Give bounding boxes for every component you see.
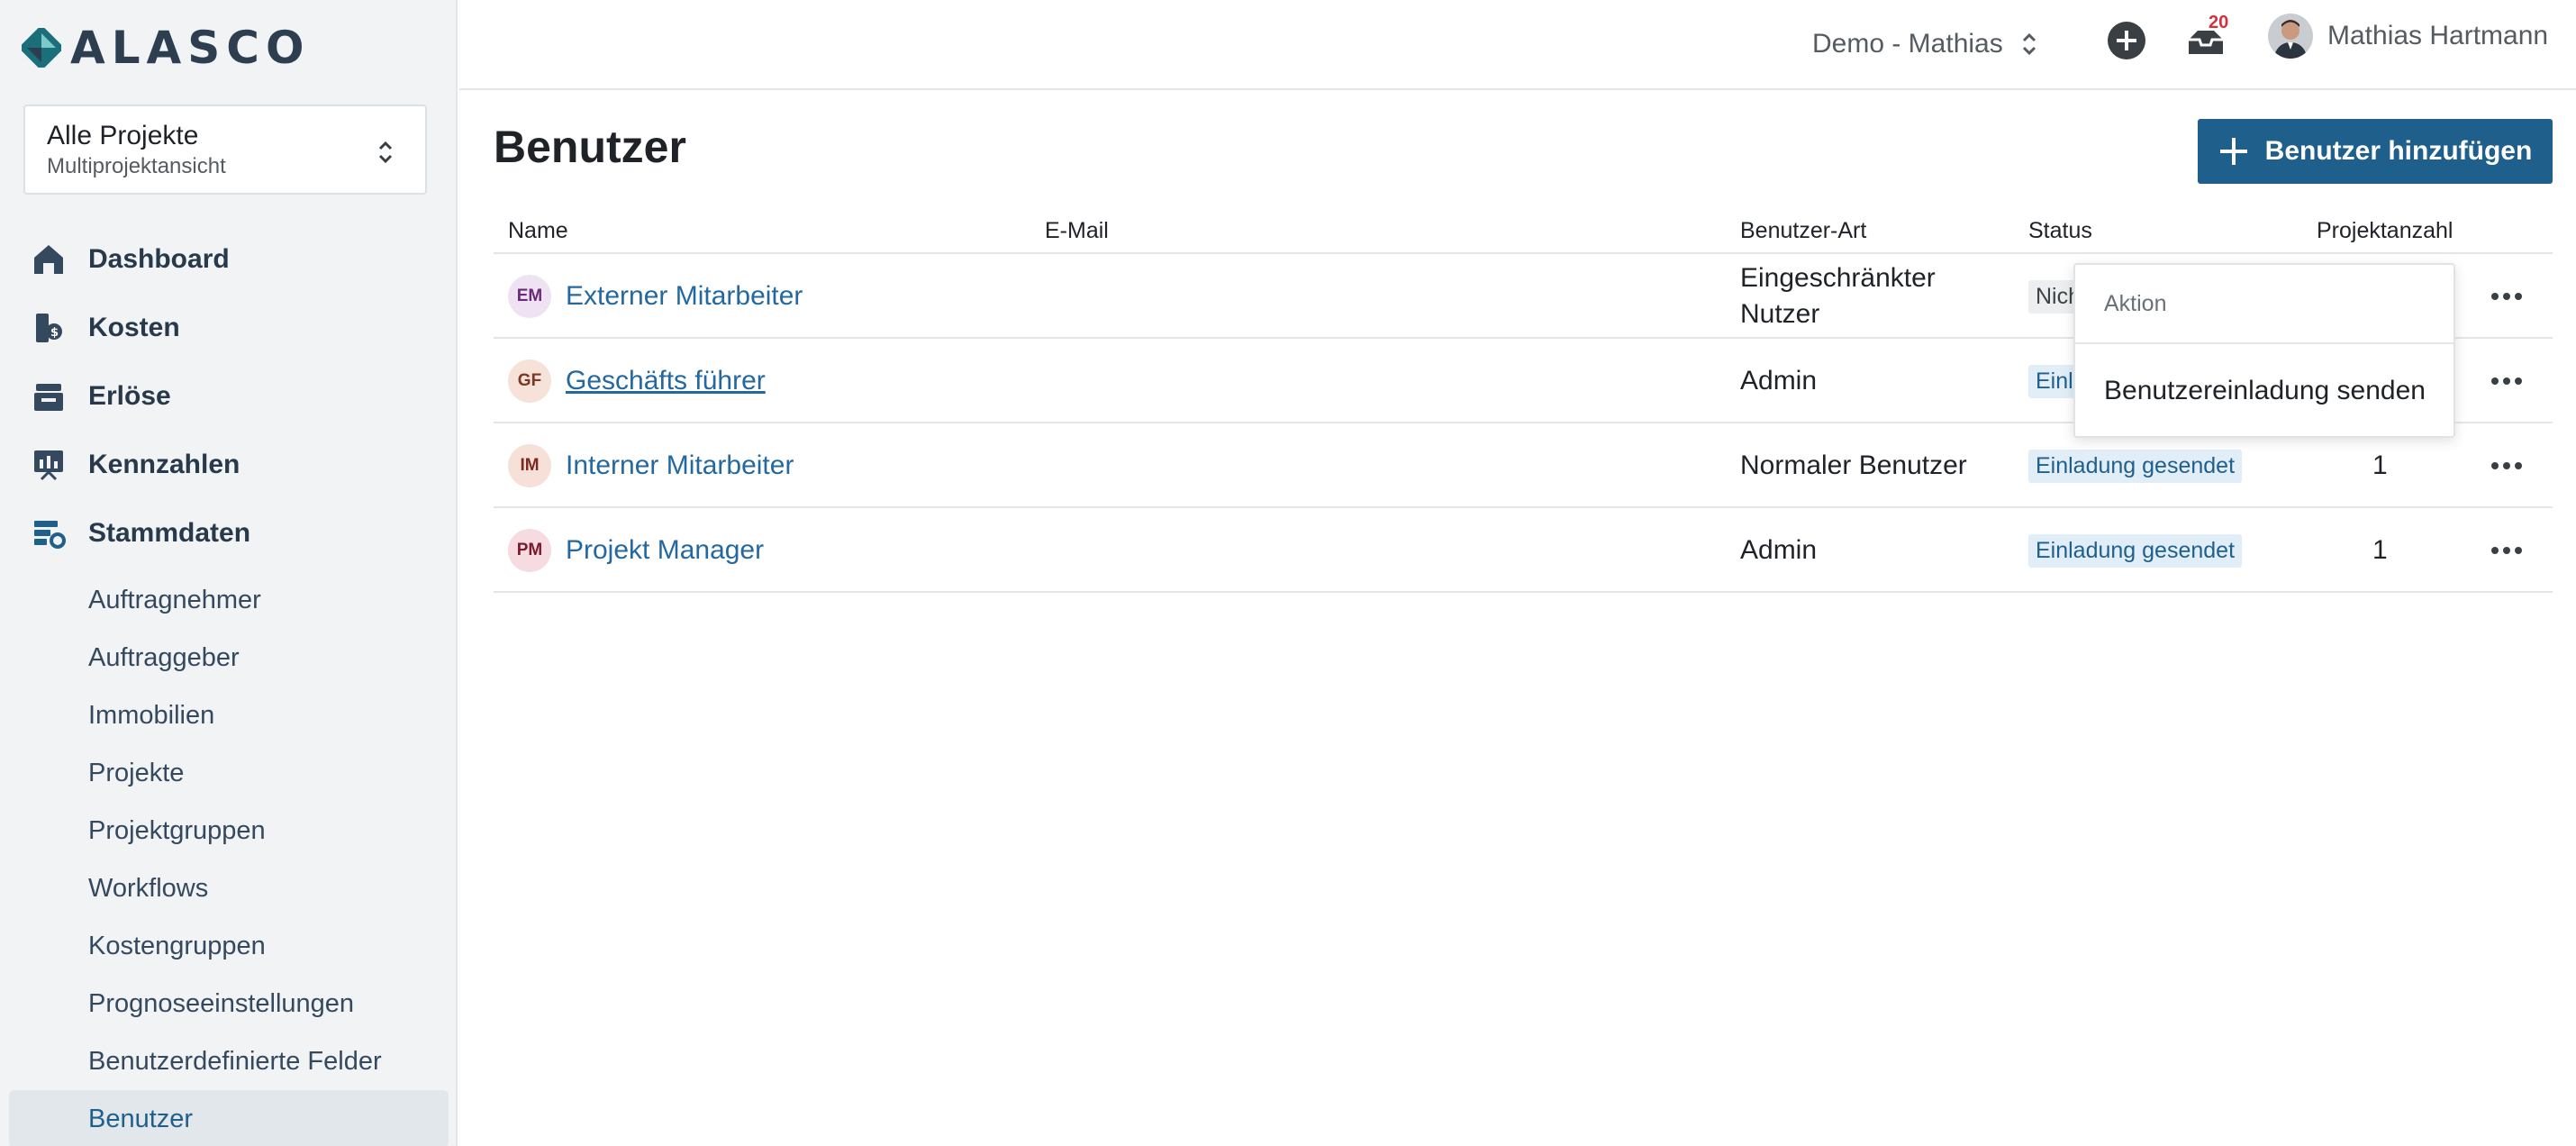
user-initials-avatar: PM: [508, 529, 551, 572]
nav-item-label: Dashboard: [88, 244, 230, 274]
sub-nav-item-prognoseeinstellungen[interactable]: Prognoseeinstellungen: [9, 975, 449, 1032]
alasco-logo-icon: [22, 28, 61, 68]
add-circle-icon[interactable]: [2106, 20, 2147, 61]
sub-nav-item-benutzer[interactable]: Benutzer: [9, 1090, 449, 1146]
nav-item-kennzahlen[interactable]: Kennzahlen: [0, 431, 458, 499]
user-type-continued: Nutzer: [1740, 299, 1820, 329]
column-header-type[interactable]: Benutzer-Art: [1740, 218, 1866, 244]
topbar: Demo - Mathias 20 Mathias Hartmann: [459, 0, 2576, 90]
row-actions-dropdown: Aktion Benutzereinladung senden: [2073, 263, 2455, 438]
status-badge: Einladung gesendet: [2028, 533, 2243, 568]
sort-icon: [2022, 32, 2036, 56]
project-count: 1: [2372, 450, 2388, 480]
user-name-link[interactable]: Externer Mitarbeiter: [566, 281, 803, 312]
nav-item-dashboard[interactable]: Dashboard: [0, 225, 458, 294]
add-user-button[interactable]: Benutzer hinzufügen: [2198, 119, 2553, 184]
org-name: Demo - Mathias: [1812, 29, 2003, 59]
table-header: Name E-Mail Benutzer-Art Status Projekta…: [494, 209, 2553, 254]
user-initials-avatar: IM: [508, 444, 551, 487]
nav-item-stammdaten[interactable]: Stammdaten: [0, 499, 458, 568]
nav-item-erloese[interactable]: Erlöse: [0, 362, 458, 431]
costs-icon: $: [29, 308, 68, 348]
app-root: ALASCO Alle Projekte Multiprojektansicht…: [0, 0, 2576, 1146]
revenue-icon: [29, 377, 68, 416]
user-name-link[interactable]: Geschäfts führer: [566, 366, 766, 396]
project-selector-title: Alle Projekte: [47, 121, 199, 150]
user-initials-avatar: GF: [508, 359, 551, 403]
sub-nav: Auftragnehmer Auftraggeber Immobilien Pr…: [0, 571, 458, 1146]
sub-nav-item-immobilien[interactable]: Immobilien: [9, 687, 449, 744]
master-data-icon: [29, 514, 68, 553]
main-nav: Dashboard $ Kosten Erlöse Kennzahlen Sta…: [0, 225, 458, 1146]
home-icon: [29, 240, 68, 279]
sub-nav-item-auftragnehmer[interactable]: Auftragnehmer: [9, 571, 449, 629]
user-name-link[interactable]: Interner Mitarbeiter: [566, 450, 794, 481]
plus-icon: [2219, 138, 2247, 165]
more-actions-icon[interactable]: [2484, 278, 2529, 314]
notification-badge: 20: [2209, 13, 2229, 32]
svg-text:$: $: [50, 326, 59, 340]
sort-icon: [378, 141, 393, 164]
chart-icon: [29, 445, 68, 485]
nav-item-label: Kosten: [88, 313, 180, 342]
org-switcher[interactable]: Demo - Mathias: [1812, 22, 2037, 67]
send-invitation-menu-item[interactable]: Benutzereinladung senden: [2075, 344, 2454, 438]
project-selector[interactable]: Alle Projekte Multiprojektansicht: [23, 105, 427, 195]
brand-name: ALASCO: [70, 22, 311, 74]
nav-item-label: Erlöse: [88, 381, 171, 411]
nav-item-label: Kennzahlen: [88, 450, 240, 479]
nav-item-kosten[interactable]: $ Kosten: [0, 294, 458, 362]
avatar: [2268, 14, 2313, 59]
more-actions-icon[interactable]: [2484, 532, 2529, 568]
more-actions-icon[interactable]: [2484, 448, 2529, 484]
project-selector-subtitle: Multiprojektansicht: [47, 154, 226, 178]
sub-nav-item-kostengruppen[interactable]: Kostengruppen: [9, 917, 449, 975]
sub-nav-item-projekte[interactable]: Projekte: [9, 744, 449, 802]
more-actions-icon[interactable]: [2484, 363, 2529, 399]
sub-nav-item-workflows[interactable]: Workflows: [9, 860, 449, 917]
user-initials-avatar: EM: [508, 275, 551, 318]
user-menu[interactable]: Mathias Hartmann: [2268, 11, 2548, 61]
sub-nav-item-benutzerdefinierte-felder[interactable]: Benutzerdefinierte Felder: [9, 1032, 449, 1090]
user-name-link[interactable]: Projekt Manager: [566, 535, 764, 566]
column-header-projects[interactable]: Projektanzahl: [2317, 218, 2453, 244]
column-header-email[interactable]: E-Mail: [1045, 218, 1109, 244]
user-name: Mathias Hartmann: [2327, 21, 2549, 50]
dropdown-header: Aktion: [2075, 265, 2454, 344]
add-user-button-label: Benutzer hinzufügen: [2264, 136, 2533, 166]
user-type: Admin: [1740, 366, 1818, 396]
sub-nav-item-projektgruppen[interactable]: Projektgruppen: [9, 802, 449, 860]
status-badge: Einladung gesendet: [2028, 449, 2243, 483]
table-row[interactable]: PM Projekt Manager Admin Einladung gesen…: [494, 508, 2553, 593]
nav-item-label: Stammdaten: [88, 518, 251, 548]
column-header-status[interactable]: Status: [2028, 218, 2092, 244]
brand-logo[interactable]: ALASCO: [22, 25, 310, 70]
sub-nav-item-auftraggeber[interactable]: Auftraggeber: [9, 629, 449, 687]
sidebar: ALASCO Alle Projekte Multiprojektansicht…: [0, 0, 458, 1146]
column-header-name[interactable]: Name: [508, 218, 568, 244]
page-title: Benutzer: [494, 122, 686, 172]
project-count: 1: [2372, 535, 2388, 565]
user-type: Normaler Benutzer: [1740, 450, 1967, 480]
user-type: Eingeschränkter: [1740, 263, 1936, 293]
user-type: Admin: [1740, 535, 1818, 565]
